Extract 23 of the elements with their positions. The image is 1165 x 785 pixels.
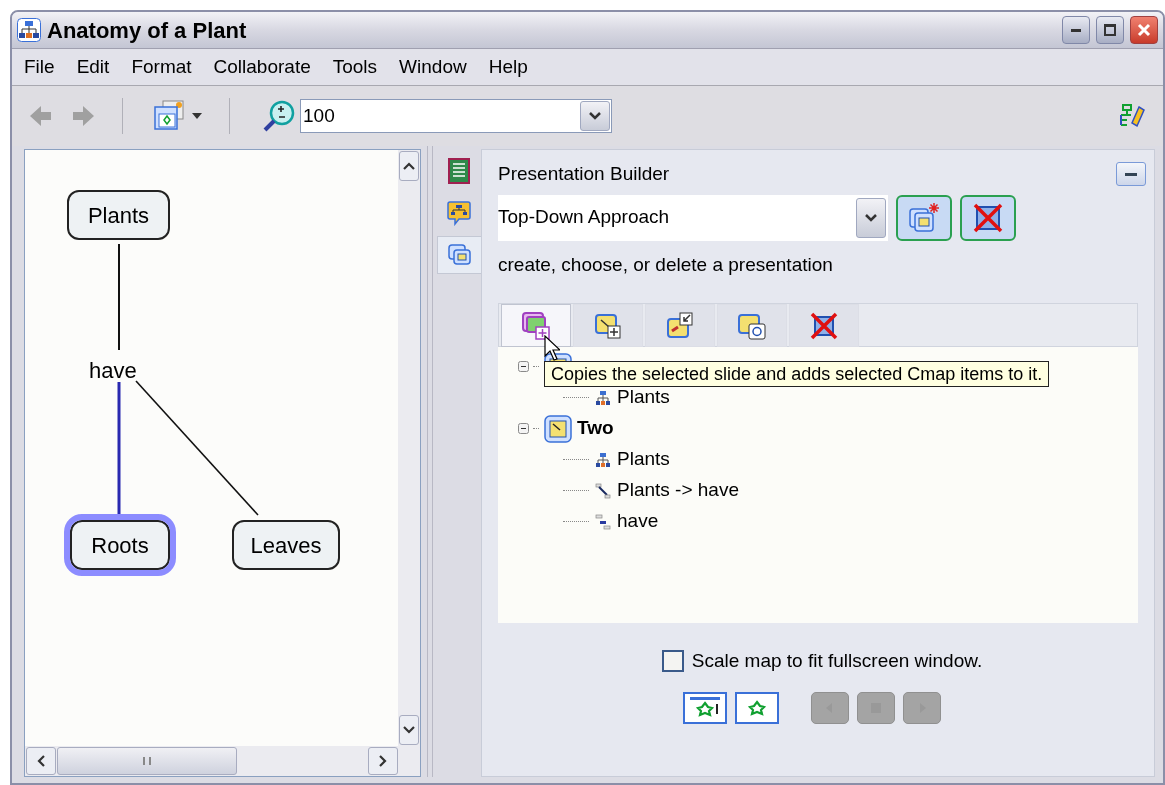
- window-title: Anatomy of a Plant: [47, 16, 247, 45]
- slide-item-label[interactable]: have: [617, 507, 659, 536]
- linking-phrase: have: [89, 357, 137, 385]
- zoom-value: 100: [302, 103, 335, 128]
- checkbox-label: Scale map to fit fullscreen window.: [691, 649, 983, 673]
- menu-item[interactable]: Help: [488, 52, 528, 82]
- menu-item[interactable]: File: [24, 52, 55, 82]
- presentation-name: Top-Down Approach: [498, 205, 670, 230]
- slide-label[interactable]: Two: [577, 414, 614, 443]
- zoom-combo-box[interactable]: 100: [300, 99, 612, 133]
- concept-node[interactable]: Leaves: [232, 520, 340, 570]
- slide-item-label[interactable]: Plants: [617, 445, 670, 474]
- hint-text: create, choose, or delete a presentation: [498, 252, 834, 277]
- menu-item[interactable]: Edit: [76, 52, 110, 82]
- menu-item[interactable]: Window: [399, 52, 467, 82]
- concept-node[interactable]: Plants: [67, 190, 170, 240]
- panel-title: Presentation Builder: [498, 162, 670, 186]
- tooltip: Copies the selected slide and adds selected Cmap items to it.: [544, 361, 1050, 387]
- menu-item[interactable]: Tools: [332, 52, 378, 82]
- menu-item[interactable]: Collaborate: [213, 52, 311, 82]
- menu-item[interactable]: Format: [131, 52, 192, 82]
- slide-item-label[interactable]: Plants -> have: [617, 476, 739, 505]
- presentation-combo-box[interactable]: Top-Down Approach: [498, 194, 888, 241]
